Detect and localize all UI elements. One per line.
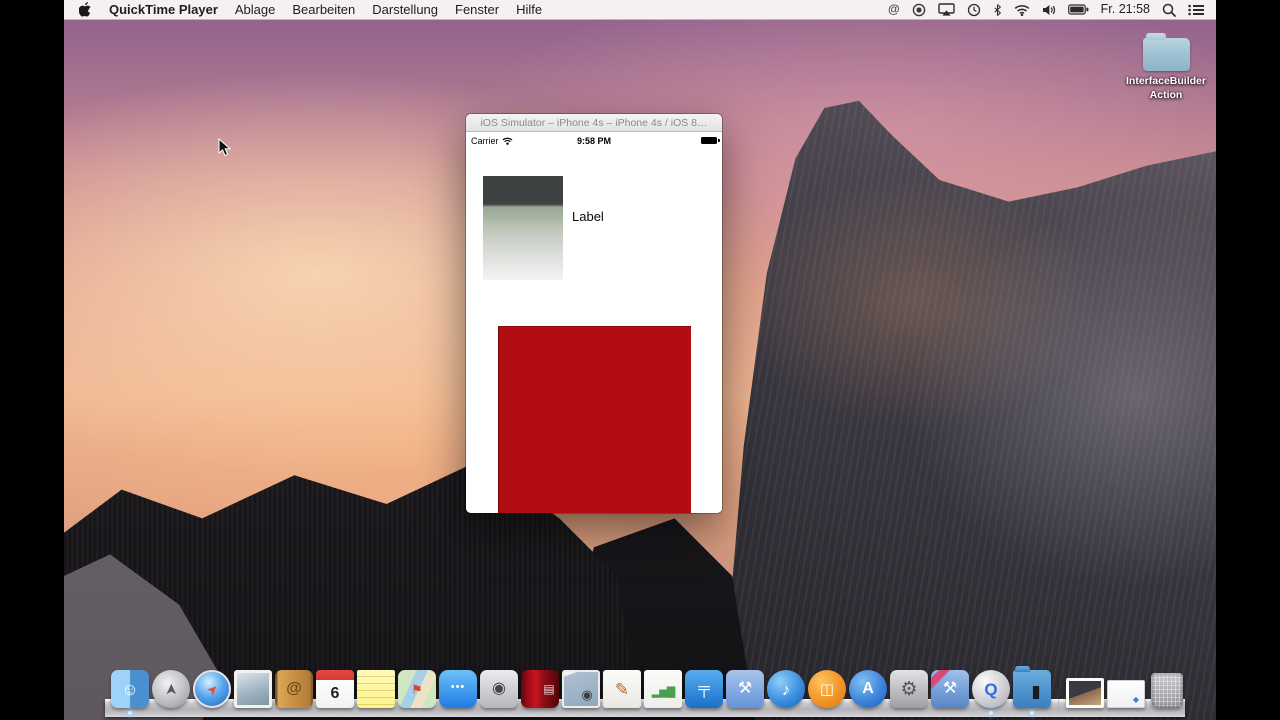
red-view[interactable] (498, 326, 691, 513)
dock-quicktime-player-icon[interactable]: Q (972, 670, 1010, 715)
dock-mail-icon[interactable] (234, 670, 272, 708)
apple-menu-icon[interactable] (79, 2, 92, 17)
dock-launchpad-icon[interactable]: ➤ (152, 670, 190, 708)
airplay-icon[interactable] (937, 3, 955, 16)
messages-glyph: ••• (450, 680, 466, 693)
menu-bar-menus: QuickTime Player Ablage Bearbeiten Darstell… (64, 0, 542, 19)
time-machine-icon[interactable] (967, 3, 981, 17)
downloads-stack-glyph: ◆ (1132, 695, 1140, 704)
launchpad-glyph: ➤ (162, 682, 180, 696)
image-view[interactable] (483, 176, 563, 280)
desktop: QuickTime Player Ablage Bearbeiten Darstell… (64, 0, 1216, 720)
ibooks-glyph: ◫ (819, 680, 835, 698)
spiral-icon[interactable]: @ (888, 0, 900, 19)
carrier-group: Carrier (471, 136, 513, 146)
dock-app-store-icon[interactable]: A (849, 670, 887, 708)
dock-calendar-icon[interactable]: 6 (316, 670, 354, 708)
screen: QuickTime Player Ablage Bearbeiten Darstell… (0, 0, 1280, 720)
facetime-glyph: ◉ (492, 680, 506, 697)
safari-glyph: ➤ (202, 679, 222, 699)
desktop-folder-interfacebuilder-action[interactable]: InterfaceBuilder Action (1116, 32, 1216, 102)
mouse-cursor (218, 137, 232, 162)
running-indicator (989, 711, 993, 715)
desktop-folder-label: InterfaceBuilder Action (1126, 75, 1206, 101)
dock-notes-icon[interactable] (357, 670, 395, 708)
window-title: iOS Simulator – iPhone 4s – iPhone 4s / … (480, 116, 708, 129)
iphoto-glyph: ◉ (581, 686, 593, 702)
bluetooth-icon[interactable] (993, 3, 1002, 17)
itunes-glyph: ♪ (781, 679, 791, 699)
screen-recording-icon[interactable] (912, 3, 926, 17)
spotlight-icon[interactable] (1162, 3, 1176, 17)
simulator-screen: Carrier 9:58 PM Label (466, 132, 722, 513)
menu-bar: QuickTime Player Ablage Bearbeiten Darstell… (64, 0, 1216, 20)
dock-ibooks-icon[interactable]: ◫ (808, 670, 846, 708)
menu-hilfe[interactable]: Hilfe (516, 0, 542, 19)
dock-photo-booth-icon[interactable]: ▤ (521, 670, 559, 708)
app-store-glyph: A (862, 680, 874, 697)
wifi-icon (502, 137, 512, 145)
running-indicator (128, 711, 132, 715)
menu-ablage[interactable]: Ablage (235, 0, 275, 19)
dock-divider (1054, 666, 1063, 714)
menu-quicktime-player[interactable]: QuickTime Player (109, 0, 218, 19)
window-title-bar[interactable]: iOS Simulator – iPhone 4s – iPhone 4s / … (466, 114, 722, 132)
dock-contacts-icon[interactable]: @ (275, 670, 313, 708)
folder-icon (1142, 33, 1190, 71)
dock-maps-icon[interactable]: ⚑ (398, 670, 436, 708)
numbers-glyph: ▂▅▇ (651, 685, 675, 698)
calendar-glyph: 6 (330, 684, 340, 702)
menu-bar-clock[interactable]: Fr. 21:58 (1101, 0, 1150, 19)
battery-icon (701, 137, 720, 144)
notification-center-icon[interactable] (1188, 4, 1204, 16)
xcode-beta-glyph: ⚒ (942, 680, 958, 697)
dock-icons: ☺ ➤ ➤ @6 ⚑ ••• ◉ ▤ ◉ ✎ ▂▅▇ ╤ ⚒ ♪ ◫ A ⚙ ⚒ Q ▮ ◆ (111, 666, 1186, 715)
volume-icon[interactable] (1042, 4, 1056, 16)
ui-label[interactable]: Label (572, 209, 604, 224)
menu-bar-status: @ Fr. 21:58 (888, 0, 1216, 19)
wifi-icon[interactable] (1014, 4, 1030, 16)
menu-bearbeiten[interactable]: Bearbeiten (292, 0, 355, 19)
battery-icon[interactable] (1067, 4, 1089, 15)
ios-status-bar: Carrier 9:58 PM (466, 132, 722, 149)
dock-ios-simulator-icon[interactable]: ▮ (1013, 666, 1051, 715)
finder-glyph: ☺ (121, 679, 139, 699)
system-preferences-glyph: ⚙ (900, 678, 918, 700)
dock-itunes-icon[interactable]: ♪ (767, 670, 805, 708)
quicktime-player-glyph: Q (984, 679, 998, 699)
dock-pages-icon[interactable]: ✎ (603, 670, 641, 708)
contacts-glyph: @ (286, 680, 302, 697)
dock-documents-stack-icon[interactable] (1066, 670, 1104, 708)
photo-booth-glyph: ▤ (543, 682, 555, 696)
dock-finder-icon[interactable]: ☺ (111, 670, 149, 715)
maps-glyph: ⚑ (411, 681, 423, 697)
dock-numbers-icon[interactable]: ▂▅▇ (644, 670, 682, 708)
ios-simulator-glyph: ▮ (1031, 681, 1041, 701)
menu-fenster[interactable]: Fenster (455, 0, 499, 19)
pages-glyph: ✎ (614, 679, 630, 699)
dock-iphoto-icon[interactable]: ◉ (562, 670, 600, 708)
dock-trash-icon[interactable] (1148, 670, 1186, 708)
dock: ☺ ➤ ➤ @6 ⚑ ••• ◉ ▤ ◉ ✎ ▂▅▇ ╤ ⚒ ♪ ◫ A ⚙ ⚒ Q ▮ ◆ (105, 663, 1185, 717)
dock-keynote-icon[interactable]: ╤ (685, 670, 723, 708)
dock-facetime-icon[interactable]: ◉ (480, 670, 518, 708)
running-indicator (1030, 711, 1034, 715)
menu-darstellung[interactable]: Darstellung (372, 0, 438, 19)
carrier-label: Carrier (471, 135, 499, 146)
ios-simulator-window: iOS Simulator – iPhone 4s – iPhone 4s / … (466, 114, 722, 513)
dock-system-preferences-icon[interactable]: ⚙ (890, 670, 928, 708)
dock-messages-icon[interactable]: ••• (439, 670, 477, 708)
dock-xcode-beta-icon[interactable]: ⚒ (931, 670, 969, 708)
dock-xcode-icon[interactable]: ⚒ (726, 670, 764, 708)
dock-downloads-stack-icon[interactable]: ◆ (1107, 670, 1145, 708)
dock-safari-icon[interactable]: ➤ (193, 670, 231, 708)
keynote-glyph: ╤ (698, 680, 710, 697)
xcode-glyph: ⚒ (737, 680, 753, 697)
